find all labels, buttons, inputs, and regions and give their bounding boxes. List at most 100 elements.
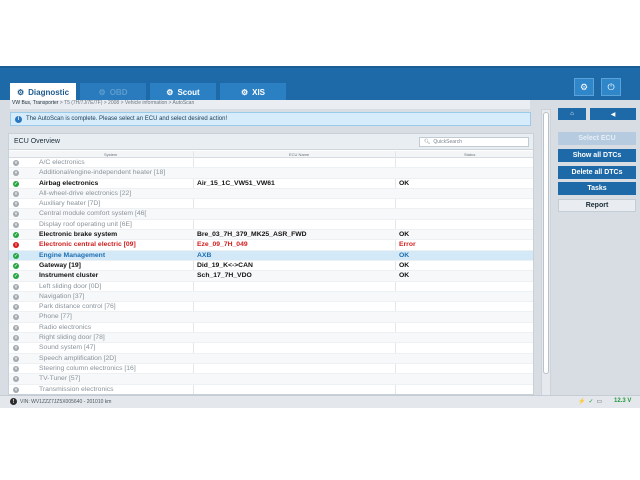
table-row[interactable]: ✓ Engine Management AXB OK (9, 250, 533, 261)
row-system: TV-Tuner [57] (39, 375, 81, 383)
column-header-system[interactable]: System (104, 152, 117, 157)
row-ecu-name: Did_19_K<->CAN (197, 261, 253, 269)
vertical-scrollbar[interactable] (541, 109, 551, 396)
table-row[interactable]: ✓ Electronic brake system Bre_03_7H_379_MK… (9, 230, 533, 241)
row-system: Instrument cluster (39, 272, 99, 280)
table-row[interactable]: × Display roof operating unit [6E] (9, 220, 533, 231)
power-icon[interactable]: ⏻ (601, 78, 621, 96)
scrollbar-thumb[interactable] (543, 112, 549, 374)
alert-icon[interactable]: ! (10, 398, 17, 405)
column-header-ecu-name[interactable]: ECU Name (289, 152, 309, 157)
row-ecu-name: Sch_17_7H_VDO (197, 272, 252, 280)
table-row[interactable]: × Navigation [37] (9, 291, 533, 303)
row-system: Display roof operating unit [6E] (39, 220, 132, 228)
app-window: ⚙ Diagnostic ⚙ OBD ⚙ Scout ⚙ XIS ⚙ ⏻ VW … (0, 66, 640, 408)
table-row[interactable]: × Phone [77] (9, 312, 533, 323)
row-system: Sound system [47] (39, 344, 96, 352)
quick-search-input[interactable]: 🔍︎ QuickSearch (419, 137, 529, 147)
breadcrumb-vehicle[interactable]: VW Bus, Transporter (12, 100, 58, 106)
ok-check-icon: ✓ (13, 262, 19, 269)
table-row[interactable]: × Sound system [47] (9, 343, 533, 354)
table-row[interactable]: × A/C electronics (9, 158, 533, 169)
not-found-icon: × (13, 283, 19, 290)
table-row[interactable]: ✓ Gateway [19] Did_19_K<->CAN OK (9, 261, 533, 272)
breadcrumb-path[interactable]: > T5 (7H/7J/7E/7F) > 2008 > Vehicle info… (58, 100, 194, 106)
ok-check-icon: ✓ (13, 273, 19, 280)
table-row[interactable]: × Auxiliary heater [7D] (9, 199, 533, 210)
row-ecu-name: Eze_09_7H_049 (197, 241, 248, 249)
table-row[interactable]: × Left sliding door [0D] (9, 282, 533, 292)
check-icon: ✓ (588, 399, 594, 405)
row-system: Steering column electronics [16] (39, 364, 136, 372)
table-row[interactable]: ✓ Airbag electronics Air_15_1C_VW51_VW61 OK (9, 179, 533, 189)
not-found-icon: × (13, 376, 19, 383)
table-row[interactable]: × Steering column electronics [16] (9, 364, 533, 375)
not-found-icon: × (13, 160, 19, 166)
row-system: Navigation [37] (39, 292, 85, 300)
error-icon: ! (13, 242, 19, 249)
not-found-icon: × (13, 355, 19, 362)
vin-readout: VIN: WV1ZZZ7JZ5X005640 - 201010 km (20, 399, 112, 405)
row-ecu-name: Air_15_1C_VW51_VW61 (197, 179, 275, 187)
row-system: Radio electronics (39, 323, 92, 331)
not-found-icon: × (13, 386, 19, 393)
gear-icon[interactable]: ⚙ (574, 78, 594, 96)
row-system: Airbag electronics (39, 179, 99, 187)
row-system: Gateway [19] (39, 261, 81, 269)
connection-icon: ⚡ (578, 399, 586, 405)
row-system: Speech amplification [2D] (39, 354, 117, 362)
tab-obd-label: OBD (109, 88, 128, 97)
row-system: All-wheel-drive electronics [22] (39, 189, 132, 197)
status-bar: ! VIN: WV1ZZZ7JZ5X005640 - 201010 km ⚡ ✓… (0, 395, 640, 408)
not-found-icon: × (13, 365, 19, 372)
table-row[interactable]: × Park distance control [76] (9, 302, 533, 313)
row-status: Error (399, 241, 416, 249)
not-found-icon: × (13, 304, 19, 311)
row-system: Additional/engine-independent heater [18… (39, 169, 166, 177)
not-found-icon: × (13, 314, 19, 321)
not-found-icon: × (13, 211, 19, 218)
table-row[interactable]: ✓ Instrument cluster Sch_17_7H_VDO OK (9, 271, 533, 282)
status-icons: ⚡ ✓ ▭ (578, 398, 602, 405)
row-system: Transmission electronics (39, 385, 114, 393)
not-found-icon: × (13, 221, 19, 228)
tab-diagnostic-label: Diagnostic (28, 88, 70, 97)
table-row[interactable]: × All-wheel-drive electronics [22] (9, 188, 533, 200)
table-row[interactable]: × Transmission electronics (9, 385, 533, 394)
tab-scout-label: Scout (177, 88, 200, 97)
delete-all-dtcs-button[interactable]: Delete all DTCs (558, 166, 636, 179)
table-row[interactable]: × Radio electronics (9, 323, 533, 334)
row-system: Park distance control [76] (39, 303, 116, 311)
panel-header: ECU Overview 🔍︎ QuickSearch (9, 134, 533, 150)
row-status: OK (399, 231, 410, 239)
table-row[interactable]: × Right sliding door [78] (9, 333, 533, 344)
ok-check-icon: ✓ (13, 252, 19, 259)
ok-check-icon: ✓ (13, 180, 19, 187)
row-system: Left sliding door [0D] (39, 282, 102, 290)
table-row[interactable]: ! Electronic central electric [09] Eze_09_… (9, 240, 533, 251)
table-row[interactable]: × Additional/engine-independent heater [1… (9, 168, 533, 179)
tasks-button[interactable]: Tasks (558, 182, 636, 195)
column-header-status[interactable]: Status (464, 152, 475, 157)
report-button[interactable]: Report (558, 199, 636, 212)
tab-xis-label: XIS (252, 88, 266, 97)
not-found-icon: × (13, 293, 19, 300)
select-ecu-button[interactable]: Select ECU (558, 132, 636, 145)
row-system: Electronic brake system (39, 231, 118, 239)
back-button[interactable]: ◀ (590, 108, 636, 120)
search-placeholder: QuickSearch (433, 139, 462, 145)
ok-check-icon: ✓ (13, 232, 19, 239)
row-ecu-name: Bre_03_7H_379_MK25_ASR_FWD (197, 231, 307, 239)
show-all-dtcs-button[interactable]: Show all DTCs (558, 149, 636, 162)
row-system: Engine Management (39, 251, 106, 259)
xis-icon: ⚙ (240, 88, 249, 97)
search-icon: 🔍︎ (424, 139, 431, 145)
panel-title: ECU Overview (14, 138, 60, 145)
home-button[interactable]: ⌂ (558, 108, 586, 120)
battery-voltage: 12.3 V (614, 398, 632, 404)
table-row[interactable]: × TV-Tuner [57] (9, 374, 533, 385)
table-row[interactable]: × Speech amplification [2D] (9, 353, 533, 364)
table-row[interactable]: × Central module comfort system [46[ (9, 209, 533, 220)
ecu-overview-panel: ECU Overview 🔍︎ QuickSearch System ECU N… (8, 133, 534, 395)
row-system: Central module comfort system [46[ (39, 210, 147, 218)
